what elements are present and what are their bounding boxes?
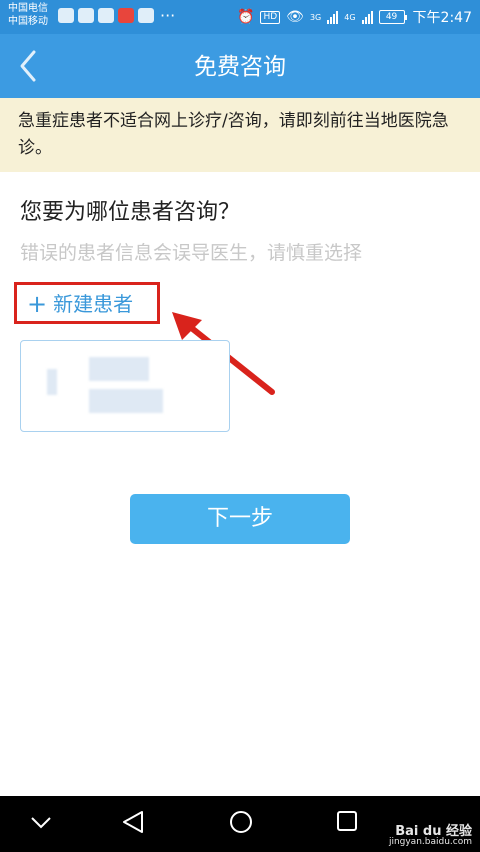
- carrier-2: 中国移动: [8, 16, 48, 27]
- wechat-icon: [98, 8, 114, 23]
- emergency-warning-banner: 急重症患者不适合网上诊疗/咨询，请即刻前往当地医院急诊。: [0, 98, 480, 172]
- watermark-brand: Bai du 经验: [395, 824, 472, 839]
- news-app-icon: [118, 8, 134, 23]
- new-patient-button[interactable]: + 新建患者: [14, 282, 160, 324]
- watermark-url: jingyan.baidu.com: [388, 837, 472, 847]
- back-triangle-icon[interactable]: [122, 810, 144, 834]
- main-content: 您要为哪位患者咨询？ 错误的患者信息会误导医生，请慎重选择 + 新建患者 下一步: [0, 172, 480, 796]
- signal-icon: [361, 10, 373, 24]
- carrier-info: 中国电信 中国移动: [8, 2, 48, 28]
- patient-hint: 错误的患者信息会误导医生，请慎重选择: [20, 242, 363, 264]
- status-bar: 中国电信 中国移动 ··· ⏰ HD 👁 3G 4G 49 下午2:47: [0, 0, 480, 34]
- clock: 下午2:47: [412, 10, 472, 26]
- system-icons: ⏰ HD 👁 3G 4G 49 下午2:47: [237, 7, 472, 27]
- signal-icon: [327, 10, 339, 24]
- chevron-down-icon[interactable]: [30, 816, 52, 830]
- home-circle-icon[interactable]: [229, 810, 253, 834]
- app-notification-icon: [58, 8, 74, 23]
- warning-text: 急重症患者不适合网上诊疗/咨询，请即刻前往当地医院急诊。: [18, 111, 449, 158]
- more-notifications: ···: [160, 5, 176, 25]
- baidu-watermark: Bai du 经验 jingyan.baidu.com: [388, 824, 472, 848]
- eye-comfort-icon: 👁: [286, 9, 304, 25]
- new-patient-label: 新建患者: [53, 292, 134, 316]
- blurred-name: [89, 357, 149, 381]
- battery-level: 49: [378, 10, 405, 24]
- battery-icon: 49: [378, 10, 407, 24]
- blurred-info: [89, 389, 163, 413]
- plus-icon: +: [27, 290, 48, 318]
- carrier-1: 中国电信: [8, 3, 48, 14]
- page-title: 免费咨询: [194, 54, 286, 80]
- next-step-button[interactable]: 下一步: [130, 494, 350, 544]
- app-notification-icon: [138, 8, 154, 23]
- network-type-1: 3G: [309, 12, 322, 22]
- system-navigation-bar: Bai du 经验 jingyan.baidu.com: [0, 796, 480, 852]
- hd-badge: HD: [260, 10, 281, 24]
- notification-icons: ···: [58, 5, 176, 25]
- network-type-2: 4G: [344, 12, 356, 22]
- blurred-avatar: [47, 369, 57, 395]
- patient-question: 您要为哪位患者咨询？: [20, 200, 241, 225]
- patient-card[interactable]: [20, 340, 230, 432]
- alarm-icon: ⏰: [237, 9, 255, 25]
- app-header: 免费咨询: [0, 34, 480, 98]
- app-notification-icon: [78, 8, 94, 23]
- recent-apps-icon[interactable]: [336, 810, 358, 832]
